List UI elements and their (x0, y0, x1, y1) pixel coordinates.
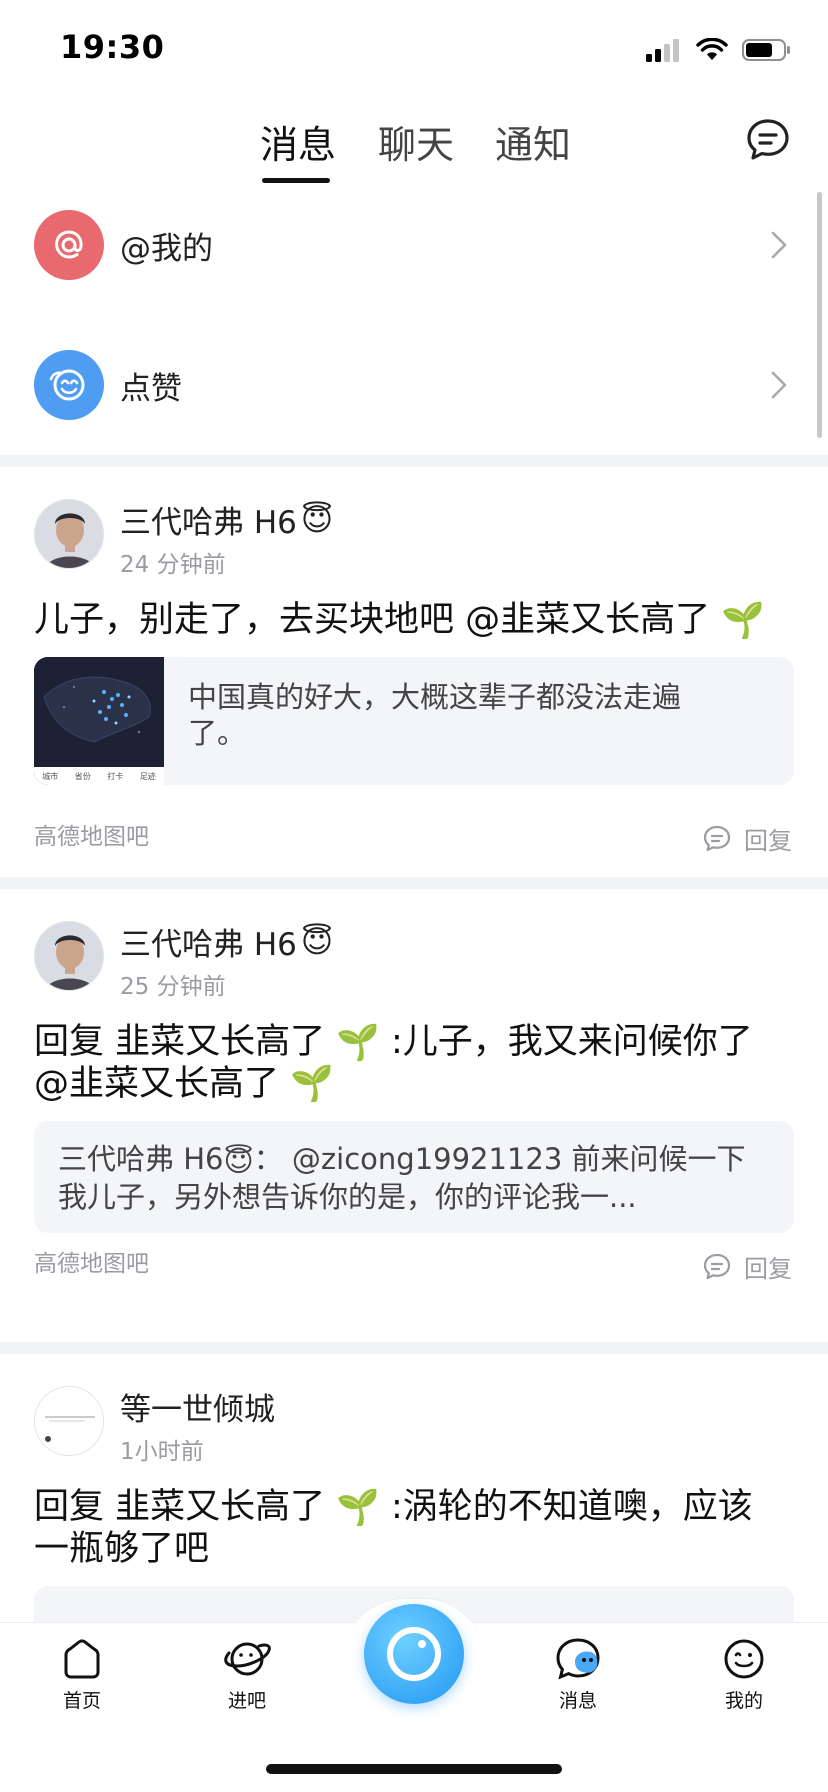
tab-profile[interactable]: 我的 (694, 1636, 794, 1716)
planet-icon (224, 1642, 271, 1676)
tab-explore[interactable]: 进吧 (197, 1636, 297, 1716)
status-bar: 19:30 (0, 0, 828, 100)
camera-circle-icon[interactable] (364, 1604, 464, 1704)
profile-icon (724, 1639, 764, 1679)
reply-mention[interactable]: 回复 韭菜又长高了 (34, 1487, 325, 1527)
feed-post[interactable]: 三代哈弗 H6 😇 25 分钟前 回复 韭菜又长高了 🌱 :儿子，我又来问候你了… (0, 889, 828, 1342)
map-thumbnail-tabs: 城市 省份 打卡 足迹 (34, 767, 164, 785)
map-tab-label: 打卡 (107, 771, 124, 781)
reply-button[interactable]: 回复 (702, 1249, 792, 1284)
at-icon (34, 210, 104, 280)
comment-icon (703, 825, 731, 851)
quoted-author: 三代哈弗 H6 (58, 1142, 224, 1176)
reply-label: 回复 (744, 1255, 792, 1283)
avatar[interactable] (34, 921, 104, 991)
map-tab-label: 足迹 (139, 771, 156, 781)
section-divider (0, 1342, 828, 1354)
post-text-line: 一瓶够了吧 (34, 1528, 210, 1569)
tab-messages-label: 消息 (558, 1690, 597, 1712)
status-icons (646, 36, 792, 64)
wifi-icon (696, 38, 728, 60)
author-name: 等一世倾城 (120, 1392, 275, 1428)
feed-post[interactable]: 三代哈弗 H6 😇 24 分钟前 儿子，别走了，去买块地吧 @韭菜又长高了 🌱 (0, 467, 828, 877)
post-author[interactable]: 三代哈弗 H6 😇 (120, 497, 333, 542)
post-text: 回复 韭菜又长高了 🌱 :儿子，我又来问候你了 @韭菜又长高了 🌱 (34, 1022, 794, 1105)
map-thumbnail: 城市 省份 打卡 足迹 (34, 657, 164, 785)
seedling-emoji: 🌱 (336, 1487, 380, 1528)
user-mention[interactable]: @韭菜又长高了 (34, 1064, 279, 1104)
post-text-body: :儿子，我又来问候你了 (391, 1022, 753, 1062)
seedling-emoji: 🌱 (290, 1064, 334, 1104)
map-tab-label: 城市 (42, 771, 59, 781)
post-text-line: 回复 韭菜又长高了 🌱 :儿子，我又来问候你了 (34, 1022, 794, 1064)
quoted-post-card[interactable]: 城市 省份 打卡 足迹 中国真的好大，大概这辈子都没法走遍了。 (34, 657, 794, 785)
post-text-line: @韭菜又长高了 🌱 (34, 1064, 794, 1106)
tab-chat[interactable]: 聊天 (378, 114, 454, 169)
entry-label-likes: 点赞 (120, 371, 182, 407)
entry-likes[interactable]: 点赞 (0, 315, 828, 455)
tab-messages-bottom[interactable]: 消息 (528, 1636, 628, 1716)
post-time: 24 分钟前 (120, 552, 226, 578)
cellular-signal-icon (646, 39, 679, 62)
feed-post[interactable]: 等一世倾城 1小时前 回复 韭菜又长高了 🌱 :涡轮的不知道噢，应该 一瓶够了吧 (0, 1354, 828, 1646)
chevron-right-icon (771, 371, 787, 399)
post-text: 回复 韭菜又长高了 🌱 :涡轮的不知道噢，应该 一瓶够了吧 (34, 1487, 794, 1570)
halo-smile-emoji: 😇 (300, 501, 334, 538)
post-time: 25 分钟前 (120, 974, 226, 1000)
tab-profile-label: 我的 (724, 1690, 763, 1712)
avatar[interactable] (34, 499, 104, 569)
tab-home-label: 首页 (62, 1690, 101, 1712)
author-name: 三代哈弗 H6 (120, 927, 297, 963)
post-text-line: 回复 韭菜又长高了 🌱 :涡轮的不知道噢，应该 (34, 1487, 794, 1529)
post-text-body: 儿子，别走了，去买块地吧 @韭菜又长高了 (34, 600, 711, 640)
chevron-right-icon (771, 231, 787, 259)
tab-messages[interactable]: 消息 (260, 114, 336, 169)
author-name: 三代哈弗 H6 (120, 505, 297, 541)
section-divider (0, 455, 828, 467)
halo-smile-emoji: 😇 (300, 923, 334, 960)
post-text-body: :涡轮的不知道噢，应该 (391, 1487, 753, 1527)
quoted-text: 三代哈弗 H6😇： @zicong19921123 前来问候一下我儿子，另外想告… (58, 1141, 770, 1215)
seedling-emoji: 🌱 (721, 600, 765, 641)
quoted-comment-card[interactable]: 三代哈弗 H6😇： @zicong19921123 前来问候一下我儿子，另外想告… (34, 1121, 794, 1233)
battery-icon (742, 39, 790, 61)
halo-smile-emoji: 😇 (223, 1144, 254, 1178)
status-time: 19:30 (60, 28, 165, 66)
reply-button[interactable]: 回复 (702, 821, 792, 856)
reply-label: 回复 (744, 827, 792, 855)
seedling-emoji: 🌱 (336, 1022, 380, 1063)
post-time: 1小时前 (120, 1439, 204, 1465)
post-forum[interactable]: 高德地图吧 (34, 817, 149, 851)
home-indicator (266, 1764, 562, 1774)
map-tab-label: 省份 (74, 771, 91, 781)
entry-at-me[interactable]: @我的 (0, 175, 828, 315)
tab-notifications[interactable]: 通知 (495, 114, 571, 169)
comment-icon (703, 1253, 731, 1279)
post-author[interactable]: 三代哈弗 H6 😇 (120, 919, 333, 964)
quoted-text: 中国真的好大，大概这辈子都没法走遍了。 (188, 680, 682, 750)
home-icon (64, 1639, 100, 1679)
post-author[interactable]: 等一世倾城 (120, 1384, 275, 1429)
post-forum[interactable]: 高德地图吧 (34, 1244, 149, 1278)
reply-mention[interactable]: 回复 韭菜又长高了 (34, 1022, 325, 1062)
entry-label-at-me: @我的 (120, 231, 213, 267)
chat-bubble-icon[interactable] (744, 116, 792, 164)
post-text: 儿子，别走了，去买块地吧 @韭菜又长高了 🌱 (34, 600, 794, 642)
tab-home[interactable]: 首页 (32, 1636, 132, 1716)
message-icon (556, 1638, 600, 1680)
avatar[interactable] (34, 1386, 104, 1456)
tab-explore-label: 进吧 (227, 1690, 266, 1712)
section-divider (0, 877, 828, 889)
thumbs-up-icon (34, 350, 104, 420)
